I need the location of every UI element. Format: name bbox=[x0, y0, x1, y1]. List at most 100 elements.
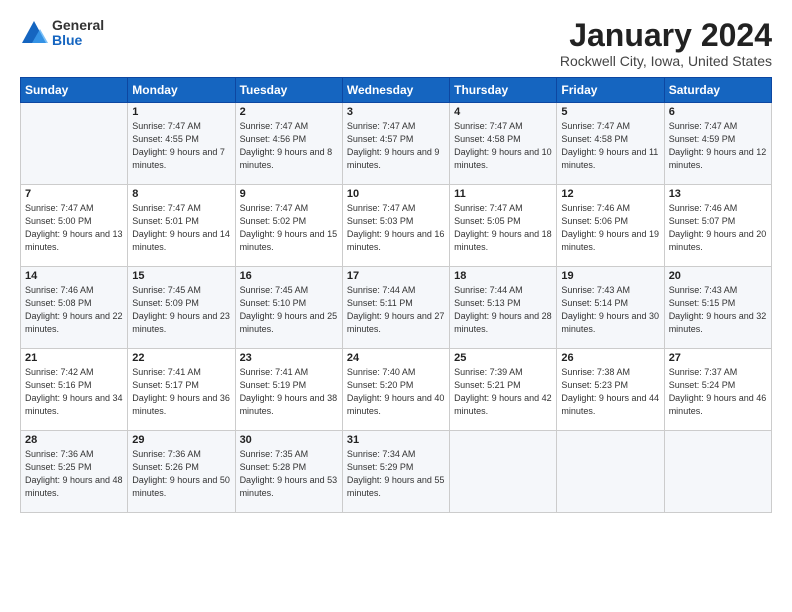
day-number: 18 bbox=[454, 270, 552, 282]
calendar-title: January 2024 bbox=[560, 18, 772, 53]
calendar-header-day: Thursday bbox=[450, 78, 557, 103]
calendar-day-cell bbox=[21, 103, 128, 185]
day-number: 22 bbox=[132, 352, 230, 364]
title-area: January 2024 Rockwell City, Iowa, United… bbox=[560, 18, 772, 69]
calendar-day-cell: 17Sunrise: 7:44 AM Sunset: 5:11 PM Dayli… bbox=[342, 267, 449, 349]
day-number: 12 bbox=[561, 188, 659, 200]
calendar-day-cell: 1Sunrise: 7:47 AM Sunset: 4:55 PM Daylig… bbox=[128, 103, 235, 185]
day-info: Sunrise: 7:45 AM Sunset: 5:10 PM Dayligh… bbox=[240, 284, 338, 336]
day-number: 21 bbox=[25, 352, 123, 364]
day-number: 24 bbox=[347, 352, 445, 364]
day-info: Sunrise: 7:47 AM Sunset: 5:00 PM Dayligh… bbox=[25, 202, 123, 254]
day-info: Sunrise: 7:39 AM Sunset: 5:21 PM Dayligh… bbox=[454, 366, 552, 418]
day-info: Sunrise: 7:36 AM Sunset: 5:25 PM Dayligh… bbox=[25, 448, 123, 500]
calendar-day-cell: 28 Sunrise: 7:36 AM Sunset: 5:25 PM Dayli… bbox=[21, 431, 128, 513]
calendar-day-cell: 5 Sunrise: 7:47 AM Sunset: 4:58 PM Daylig… bbox=[557, 103, 664, 185]
day-info: Sunrise: 7:41 AM Sunset: 5:17 PM Dayligh… bbox=[132, 366, 230, 418]
calendar-day-cell: 21Sunrise: 7:42 AM Sunset: 5:16 PM Dayli… bbox=[21, 349, 128, 431]
day-info: Sunrise: 7:43 AM Sunset: 5:15 PM Dayligh… bbox=[669, 284, 767, 336]
day-info: Sunrise: 7:45 AM Sunset: 5:09 PM Dayligh… bbox=[132, 284, 230, 336]
day-number: 3 bbox=[347, 106, 445, 118]
day-info: Sunrise: 7:47 AM Sunset: 5:02 PM Dayligh… bbox=[240, 202, 338, 254]
day-number: 8 bbox=[132, 188, 230, 200]
calendar-header-day: Monday bbox=[128, 78, 235, 103]
day-info: Sunrise: 7:47 AM Sunset: 5:05 PM Dayligh… bbox=[454, 202, 552, 254]
page: General Blue January 2024 Rockwell City,… bbox=[0, 0, 792, 612]
calendar-day-cell: 31 Sunrise: 7:34 AM Sunset: 5:29 PM Dayli… bbox=[342, 431, 449, 513]
calendar-header-row: SundayMondayTuesdayWednesdayThursdayFrid… bbox=[21, 78, 772, 103]
day-info: Sunrise: 7:47 AM Sunset: 5:01 PM Dayligh… bbox=[132, 202, 230, 254]
day-info: Sunrise: 7:34 AM Sunset: 5:29 PM Dayligh… bbox=[347, 448, 445, 500]
day-number: 4 bbox=[454, 106, 552, 118]
day-info: Sunrise: 7:40 AM Sunset: 5:20 PM Dayligh… bbox=[347, 366, 445, 418]
calendar-day-cell bbox=[450, 431, 557, 513]
calendar-header-day: Wednesday bbox=[342, 78, 449, 103]
calendar-day-cell: 16 Sunrise: 7:45 AM Sunset: 5:10 PM Dayli… bbox=[235, 267, 342, 349]
calendar-day-cell: 14 Sunrise: 7:46 AM Sunset: 5:08 PM Dayli… bbox=[21, 267, 128, 349]
day-info: Sunrise: 7:47 AM Sunset: 4:56 PM Dayligh… bbox=[240, 120, 338, 172]
calendar-week-row: 1Sunrise: 7:47 AM Sunset: 4:55 PM Daylig… bbox=[21, 103, 772, 185]
day-number: 2 bbox=[240, 106, 338, 118]
day-number: 30 bbox=[240, 434, 338, 446]
day-number: 15 bbox=[132, 270, 230, 282]
day-number: 14 bbox=[25, 270, 123, 282]
day-number: 31 bbox=[347, 434, 445, 446]
day-info: Sunrise: 7:36 AM Sunset: 5:26 PM Dayligh… bbox=[132, 448, 230, 500]
calendar-week-row: 28 Sunrise: 7:36 AM Sunset: 5:25 PM Dayli… bbox=[21, 431, 772, 513]
calendar-day-cell: 9 Sunrise: 7:47 AM Sunset: 5:02 PM Daylig… bbox=[235, 185, 342, 267]
logo-text: General Blue bbox=[52, 18, 104, 49]
calendar-day-cell: 29 Sunrise: 7:36 AM Sunset: 5:26 PM Dayli… bbox=[128, 431, 235, 513]
day-number: 13 bbox=[669, 188, 767, 200]
day-info: Sunrise: 7:37 AM Sunset: 5:24 PM Dayligh… bbox=[669, 366, 767, 418]
day-number: 6 bbox=[669, 106, 767, 118]
day-info: Sunrise: 7:46 AM Sunset: 5:07 PM Dayligh… bbox=[669, 202, 767, 254]
logo-blue: Blue bbox=[52, 33, 104, 48]
calendar-subtitle: Rockwell City, Iowa, United States bbox=[560, 53, 772, 69]
calendar-day-cell: 26 Sunrise: 7:38 AM Sunset: 5:23 PM Dayli… bbox=[557, 349, 664, 431]
calendar-day-cell: 3 Sunrise: 7:47 AM Sunset: 4:57 PM Daylig… bbox=[342, 103, 449, 185]
day-number: 25 bbox=[454, 352, 552, 364]
calendar-day-cell: 22 Sunrise: 7:41 AM Sunset: 5:17 PM Dayli… bbox=[128, 349, 235, 431]
day-number: 29 bbox=[132, 434, 230, 446]
day-number: 7 bbox=[25, 188, 123, 200]
calendar-table: SundayMondayTuesdayWednesdayThursdayFrid… bbox=[20, 77, 772, 513]
day-number: 5 bbox=[561, 106, 659, 118]
day-number: 20 bbox=[669, 270, 767, 282]
day-info: Sunrise: 7:44 AM Sunset: 5:11 PM Dayligh… bbox=[347, 284, 445, 336]
logo-general: General bbox=[52, 18, 104, 33]
day-number: 23 bbox=[240, 352, 338, 364]
calendar-day-cell: 8 Sunrise: 7:47 AM Sunset: 5:01 PM Daylig… bbox=[128, 185, 235, 267]
calendar-header-day: Tuesday bbox=[235, 78, 342, 103]
day-info: Sunrise: 7:38 AM Sunset: 5:23 PM Dayligh… bbox=[561, 366, 659, 418]
logo: General Blue bbox=[20, 18, 104, 49]
day-info: Sunrise: 7:35 AM Sunset: 5:28 PM Dayligh… bbox=[240, 448, 338, 500]
logo-icon bbox=[20, 19, 48, 47]
day-number: 1 bbox=[132, 106, 230, 118]
day-number: 28 bbox=[25, 434, 123, 446]
day-info: Sunrise: 7:47 AM Sunset: 4:58 PM Dayligh… bbox=[561, 120, 659, 172]
day-info: Sunrise: 7:47 AM Sunset: 4:57 PM Dayligh… bbox=[347, 120, 445, 172]
day-number: 27 bbox=[669, 352, 767, 364]
day-info: Sunrise: 7:43 AM Sunset: 5:14 PM Dayligh… bbox=[561, 284, 659, 336]
day-info: Sunrise: 7:46 AM Sunset: 5:08 PM Dayligh… bbox=[25, 284, 123, 336]
day-number: 26 bbox=[561, 352, 659, 364]
day-number: 19 bbox=[561, 270, 659, 282]
calendar-day-cell: 27 Sunrise: 7:37 AM Sunset: 5:24 PM Dayli… bbox=[664, 349, 771, 431]
calendar-day-cell bbox=[557, 431, 664, 513]
day-info: Sunrise: 7:46 AM Sunset: 5:06 PM Dayligh… bbox=[561, 202, 659, 254]
day-number: 16 bbox=[240, 270, 338, 282]
calendar-day-cell: 15 Sunrise: 7:45 AM Sunset: 5:09 PM Dayli… bbox=[128, 267, 235, 349]
calendar-day-cell: 4Sunrise: 7:47 AM Sunset: 4:58 PM Daylig… bbox=[450, 103, 557, 185]
day-number: 9 bbox=[240, 188, 338, 200]
calendar-day-cell: 7 Sunrise: 7:47 AM Sunset: 5:00 PM Daylig… bbox=[21, 185, 128, 267]
day-info: Sunrise: 7:47 AM Sunset: 5:03 PM Dayligh… bbox=[347, 202, 445, 254]
calendar-day-cell: 30 Sunrise: 7:35 AM Sunset: 5:28 PM Dayli… bbox=[235, 431, 342, 513]
calendar-day-cell: 19 Sunrise: 7:43 AM Sunset: 5:14 PM Dayli… bbox=[557, 267, 664, 349]
calendar-day-cell: 10Sunrise: 7:47 AM Sunset: 5:03 PM Dayli… bbox=[342, 185, 449, 267]
calendar-day-cell: 18 Sunrise: 7:44 AM Sunset: 5:13 PM Dayli… bbox=[450, 267, 557, 349]
calendar-day-cell: 23 Sunrise: 7:41 AM Sunset: 5:19 PM Dayli… bbox=[235, 349, 342, 431]
day-info: Sunrise: 7:41 AM Sunset: 5:19 PM Dayligh… bbox=[240, 366, 338, 418]
calendar-week-row: 14 Sunrise: 7:46 AM Sunset: 5:08 PM Dayli… bbox=[21, 267, 772, 349]
calendar-day-cell: 20 Sunrise: 7:43 AM Sunset: 5:15 PM Dayli… bbox=[664, 267, 771, 349]
day-info: Sunrise: 7:44 AM Sunset: 5:13 PM Dayligh… bbox=[454, 284, 552, 336]
